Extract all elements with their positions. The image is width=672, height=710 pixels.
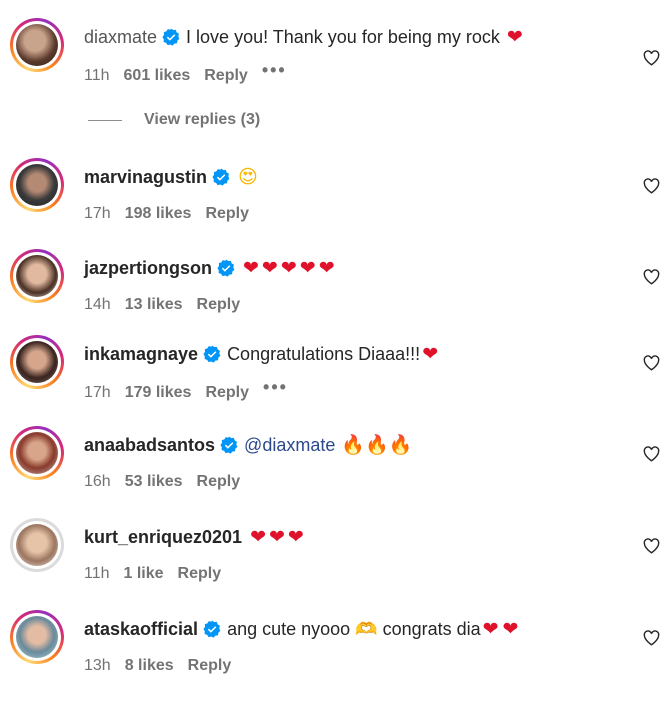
view-replies-button[interactable]: View replies (3) xyxy=(88,111,260,129)
more-options-icon[interactable]: ••• xyxy=(262,60,287,80)
comment-time: 11h xyxy=(84,565,110,582)
comment-item: ataskaofficial ang cute nyooo 🫶 congrats… xyxy=(0,610,672,702)
reply-button[interactable]: Reply xyxy=(178,565,222,582)
comment-username[interactable]: diaxmate xyxy=(84,25,157,49)
comment-item: inkamagnaye Congratulations Diaaa!!! ❤ 1… xyxy=(0,335,672,427)
verified-badge-icon xyxy=(217,259,235,277)
comment-username[interactable]: inkamagnaye xyxy=(84,342,198,366)
comment-username[interactable]: ataskaofficial xyxy=(84,617,198,641)
heart-emoji: ❤ xyxy=(422,343,439,365)
verified-badge-icon xyxy=(212,168,230,186)
view-replies-label[interactable]: View replies (3) xyxy=(144,111,260,129)
comment-username[interactable]: jazpertiongson xyxy=(84,256,212,280)
likes-count[interactable]: 53 likes xyxy=(125,473,183,490)
comment-text: Congratulations Diaaa!!! xyxy=(227,344,421,364)
like-heart-icon[interactable] xyxy=(643,538,660,554)
reply-button[interactable]: Reply xyxy=(205,205,249,222)
likes-count[interactable]: 179 likes xyxy=(125,384,192,401)
comment-time: 14h xyxy=(84,296,111,313)
comment-time: 16h xyxy=(84,473,111,490)
reply-button[interactable]: Reply xyxy=(188,657,232,674)
like-heart-icon[interactable] xyxy=(643,269,660,285)
fire-emoji: 🔥🔥🔥 xyxy=(341,434,413,456)
comment-username[interactable]: kurt_enriquez0201 xyxy=(84,525,242,549)
avatar[interactable] xyxy=(10,518,64,572)
avatar[interactable] xyxy=(10,158,64,212)
heart-emoji: ❤❤❤ xyxy=(250,526,307,548)
like-heart-icon[interactable] xyxy=(643,50,660,66)
comment-item: kurt_enriquez0201 ❤❤❤ 11h 1 like Reply xyxy=(0,518,672,610)
comment-time: 17h xyxy=(84,205,111,222)
comment-time: 13h xyxy=(84,657,111,674)
heart-emoji: ❤❤ xyxy=(482,618,523,640)
heart-eyes-emoji: 😍 xyxy=(238,166,258,188)
verified-badge-icon xyxy=(203,620,221,638)
likes-count[interactable]: 8 likes xyxy=(125,657,174,674)
reply-button[interactable]: Reply xyxy=(205,384,249,401)
reply-button[interactable]: Reply xyxy=(197,296,241,313)
likes-count[interactable]: 13 likes xyxy=(125,296,183,313)
comment-time: 11h xyxy=(84,67,110,84)
like-heart-icon[interactable] xyxy=(643,355,660,371)
like-heart-icon[interactable] xyxy=(643,630,660,646)
likes-count[interactable]: 601 likes xyxy=(124,67,191,84)
comment-item: diaxmate I love you! Thank you for being… xyxy=(0,18,672,110)
more-options-icon[interactable]: ••• xyxy=(263,377,288,397)
avatar[interactable] xyxy=(10,610,64,664)
verified-badge-icon xyxy=(220,436,238,454)
likes-count[interactable]: 198 likes xyxy=(125,205,192,222)
avatar[interactable] xyxy=(10,426,64,480)
avatar[interactable] xyxy=(10,249,64,303)
reply-button[interactable]: Reply xyxy=(204,67,248,84)
avatar[interactable] xyxy=(10,335,64,389)
comment-text: ang cute nyooo 🫶 congrats dia xyxy=(227,619,481,639)
like-heart-icon[interactable] xyxy=(643,446,660,462)
comment-username[interactable]: anaabadsantos xyxy=(84,433,215,457)
comment-text: I love you! Thank you for being my rock xyxy=(186,27,500,47)
verified-badge-icon xyxy=(162,28,180,46)
mention-link[interactable]: @diaxmate xyxy=(244,433,335,457)
avatar[interactable] xyxy=(10,18,64,72)
comment-item: anaabadsantos @diaxmate 🔥🔥🔥 16h 53 likes R… xyxy=(0,426,672,518)
verified-badge-icon xyxy=(203,345,221,363)
comment-time: 17h xyxy=(84,384,111,401)
likes-count[interactable]: 1 like xyxy=(124,565,164,582)
like-heart-icon[interactable] xyxy=(643,178,660,194)
comment-item: jazpertiongson ❤❤❤❤❤ 14h 13 likes Reply xyxy=(0,249,672,341)
comment-item: marvinagustin 😍 17h 198 likes Reply xyxy=(0,158,672,250)
heart-emoji: ❤ xyxy=(506,26,523,48)
replies-divider xyxy=(88,119,122,121)
heart-emoji: ❤❤❤❤❤ xyxy=(243,257,338,279)
reply-button[interactable]: Reply xyxy=(197,473,241,490)
comment-username[interactable]: marvinagustin xyxy=(84,165,207,189)
